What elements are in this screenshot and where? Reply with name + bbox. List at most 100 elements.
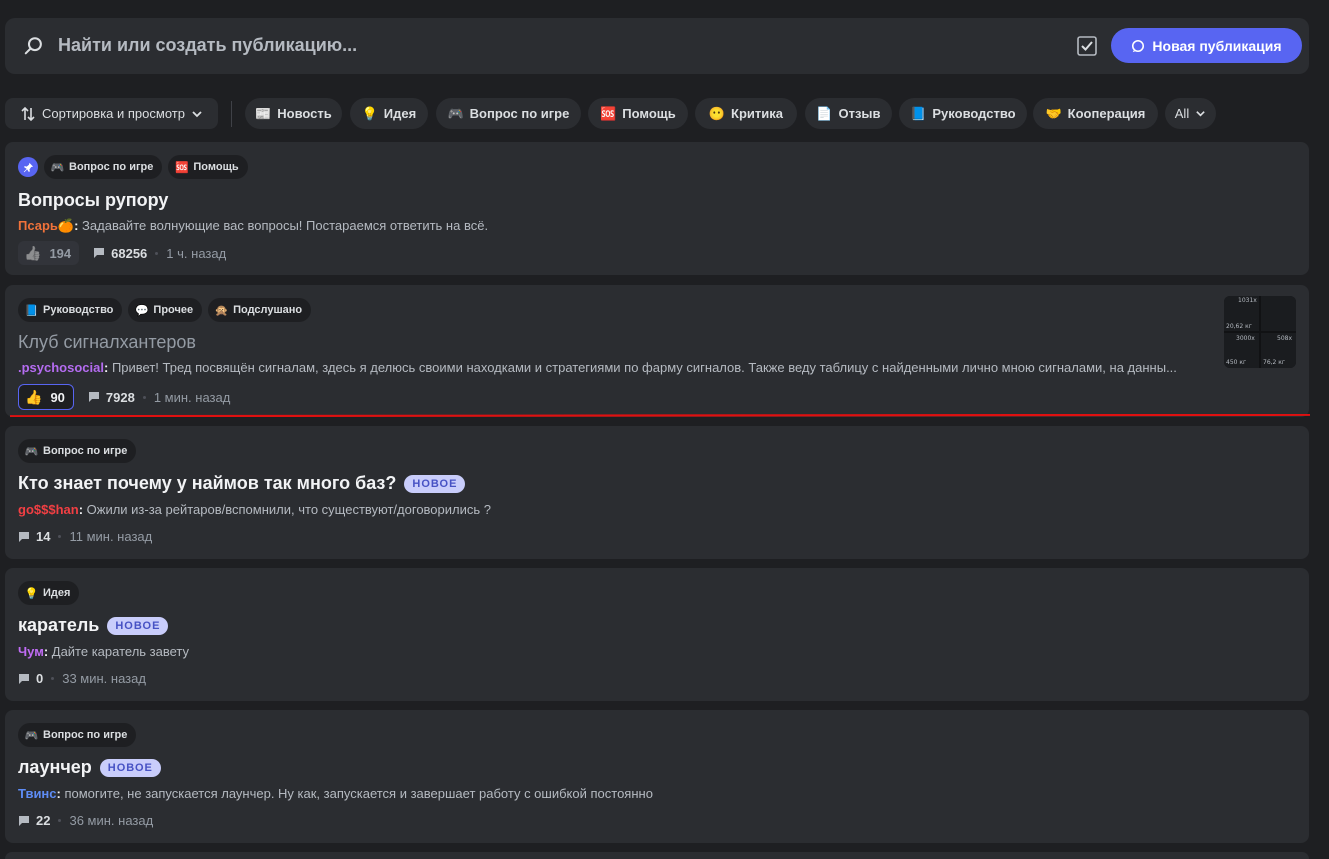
tag-game-question[interactable]: 🎮 Вопрос по игре [18, 723, 137, 747]
gamepad-icon: 🎮 [447, 105, 464, 121]
newspaper-icon: 📰 [255, 105, 272, 121]
post-time: 1 ч. назад [166, 245, 227, 261]
post-snippet: Псарь🍊: Задавайте волнующие вас вопросы!… [18, 218, 489, 233]
sort-label: Сортировка и просмотр [42, 106, 185, 121]
filter-chip-critique[interactable]: 😶 Критика [695, 98, 797, 129]
post-snippet: go$$$han: Ожили из-за рейтаров/вспомнили… [18, 502, 491, 517]
separator-dot [51, 677, 55, 680]
tag-label: Помощь [193, 161, 239, 173]
comment-count: 0 [18, 671, 43, 686]
post-title-text: лаунчер [18, 757, 92, 777]
speech-bubble-icon: 💬 [135, 304, 149, 317]
post-card[interactable]: 🎮 Вопрос по игре 🆘 Помощь Вопросы рупору П… [5, 142, 1309, 275]
post-author[interactable]: go$$$han [18, 502, 79, 517]
post-title[interactable]: лаунчер НОВОЕ [18, 757, 161, 778]
tag-list: 🎮 Вопрос по игре [18, 723, 137, 747]
search-input[interactable]: Найти или создать публикацию... [58, 35, 357, 56]
filter-chip-label: Вопрос по игре [469, 106, 570, 121]
filter-chip-label: Идея [383, 106, 417, 121]
sort-view-button[interactable]: Сортировка и просмотр [5, 98, 218, 129]
tag-list: 📘 Руководство 💬 Прочее 🙊 Подслушано [18, 298, 312, 322]
post-title-text: Кто знает почему у наймов так много баз? [18, 473, 397, 493]
handshake-icon: 🤝 [1045, 105, 1062, 121]
post-card[interactable]: 📘 Руководство 💬 Прочее 🙊 Подслушано Клуб си… [5, 285, 1309, 417]
comment-icon [19, 815, 29, 826]
post-meta: 0 33 мин. назад [18, 671, 146, 686]
filter-chip-label: Помощь [622, 106, 676, 121]
tag-label: Вопрос по игре [43, 729, 128, 741]
tag-list: 💡 Идея [18, 581, 80, 605]
post-title[interactable]: Клуб сигналхантеров [18, 332, 196, 353]
post-card[interactable]: 💡 Идея каратель НОВОЕ Чум: Дайте каратель… [5, 568, 1309, 701]
separator-dot [155, 251, 159, 255]
new-post-label: Новая публикация [1152, 37, 1282, 54]
thumbnail-cell [1261, 296, 1296, 331]
filter-chip-news[interactable]: 📰 Новость [245, 98, 342, 129]
post-thumbnail[interactable]: 1031x 20,62 кг 3000x 450 кг 508x 76,2 кг [1224, 296, 1296, 368]
comment-count: 7928 [88, 390, 135, 405]
separator-dot [58, 819, 62, 822]
post-time: 11 мин. назад [69, 529, 153, 544]
checkbox-icon[interactable] [1077, 36, 1097, 56]
thumbnail-label: 76,2 кг [1263, 359, 1286, 366]
post-author[interactable]: .psychosocial [18, 360, 104, 375]
new-post-button[interactable]: Новая публикация [1111, 28, 1302, 63]
comment-count: 68256 [93, 246, 147, 261]
tag-game-question[interactable]: 🎮 Вопрос по игре [44, 155, 163, 179]
tag-other[interactable]: 💬 Прочее [128, 298, 203, 322]
like-button[interactable]: 👍 90 [18, 384, 74, 410]
filter-chip-idea[interactable]: 💡 Идея [350, 98, 428, 129]
post-card[interactable] [5, 852, 1309, 859]
filter-chip-coop[interactable]: 🤝 Кооперация [1033, 98, 1158, 129]
post-title-text: Клуб сигналхантеров [18, 332, 196, 352]
filter-row: Сортировка и просмотр 📰 Новость 💡 Идея 🎮 Во… [5, 98, 1325, 130]
post-author[interactable]: Псарь [18, 218, 58, 233]
tag-guide[interactable]: 📘 Руководство [18, 298, 123, 322]
filter-chip-game-question[interactable]: 🎮 Вопрос по игре [436, 98, 581, 129]
post-text: Задавайте волнующие вас вопросы! Постара… [82, 218, 489, 233]
post-author[interactable]: Твинс [18, 786, 57, 801]
post-card[interactable]: 🎮 Вопрос по игре Кто знает почему у наймо… [5, 426, 1309, 559]
like-count: 90 [50, 389, 65, 405]
search-bar[interactable]: Найти или создать публикацию... Новая пу… [5, 18, 1309, 74]
thumbnail-cell: 3000x 450 кг [1224, 333, 1259, 368]
pin-icon [18, 157, 38, 177]
like-button[interactable]: 👍 194 [18, 241, 80, 265]
post-time: 1 мин. назад [153, 389, 231, 405]
monkey-icon: 🙊 [214, 304, 229, 317]
post-title[interactable]: каратель НОВОЕ [18, 615, 169, 636]
comment-icon [88, 392, 99, 402]
post-title[interactable]: Вопросы рупору [18, 190, 168, 211]
post-text: Ожили из-за рейтаров/вспомнили, что суще… [86, 502, 491, 517]
tag-overheard[interactable]: 🙊 Подслушано [208, 298, 312, 322]
thumbnail-label: 20,62 кг [1226, 323, 1252, 330]
post-card[interactable]: 🎮 Вопрос по игре лаунчер НОВОЕ Твинс: пом… [5, 710, 1309, 843]
post-meta: 👍 90 7928 1 мин. назад [18, 384, 230, 410]
comment-icon [19, 673, 29, 684]
tag-label: Руководство [43, 304, 114, 316]
tag-help[interactable]: 🆘 Помощь [168, 155, 248, 179]
chevron-down-icon [1196, 111, 1205, 117]
tag-idea[interactable]: 💡 Идея [18, 581, 80, 605]
filter-all-dropdown[interactable]: All [1165, 98, 1216, 129]
thumbs-up-icon: 👍 [24, 244, 42, 261]
post-author[interactable]: Чум [18, 644, 44, 659]
thumbs-up-icon: 👍 [25, 388, 43, 405]
filter-chip-guide[interactable]: 📘 Руководство [899, 98, 1027, 129]
thumbnail-cell: 508x 76,2 кг [1261, 333, 1296, 368]
post-time: 33 мин. назад [62, 671, 146, 686]
filter-chip-help[interactable]: 🆘 Помощь [588, 98, 688, 129]
post-snippet: Чум: Дайте каратель завету [18, 644, 190, 659]
filter-chip-label: Новость [277, 106, 332, 121]
tag-label: Подслушано [233, 304, 303, 316]
filter-chip-review[interactable]: 📄 Отзыв [805, 98, 892, 129]
tag-label: Прочее [153, 304, 194, 316]
tag-game-question[interactable]: 🎮 Вопрос по игре [18, 439, 137, 463]
gamepad-icon: 🎮 [50, 161, 65, 174]
lightbulb-icon: 💡 [361, 105, 378, 121]
thumbnail-label: 1031x [1238, 297, 1257, 304]
tag-label: Вопрос по игре [69, 161, 154, 173]
sort-icon [21, 106, 35, 121]
filter-chip-label: Руководство [932, 106, 1016, 121]
post-title[interactable]: Кто знает почему у наймов так много баз?… [18, 473, 466, 494]
